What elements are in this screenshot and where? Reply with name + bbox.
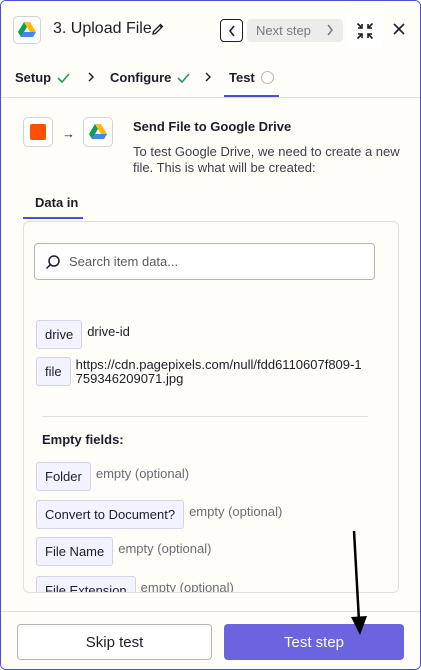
field-value: empty (optional) xyxy=(189,504,283,519)
tab-data-in[interactable]: Data in xyxy=(35,195,78,210)
step-panel: 3. Upload File Next step Setup Configure… xyxy=(0,0,421,670)
field-key: File Name xyxy=(36,537,114,566)
data-field-row: Convert to Document? empty (optional) xyxy=(36,500,398,529)
tab-configure[interactable]: Configure xyxy=(110,70,190,85)
data-in-panel: drive drive-id file https://cdn.pagepixe… xyxy=(23,221,399,593)
active-tab-indicator xyxy=(224,95,279,97)
empty-fields-heading: Empty fields: xyxy=(42,432,124,447)
tab-setup[interactable]: Setup xyxy=(15,70,70,85)
test-content: → Send File to Google Drive To test Goog… xyxy=(1,99,420,611)
step-title: 3. Upload File xyxy=(53,20,152,37)
field-value: empty (optional) xyxy=(140,580,234,593)
source-app-icon xyxy=(23,117,53,147)
search-input[interactable] xyxy=(69,254,349,269)
tab-label: Configure xyxy=(110,70,172,85)
intro-description: To test Google Drive, we need to create … xyxy=(133,144,400,175)
field-key: File Extension xyxy=(36,576,136,592)
data-field-row: drive drive-id xyxy=(36,320,377,349)
intro-title: Send File to Google Drive xyxy=(133,119,292,134)
search-icon xyxy=(45,254,60,269)
skip-test-button[interactable]: Skip test xyxy=(17,624,212,660)
field-key: drive xyxy=(36,320,83,349)
chevron-right-icon xyxy=(327,24,333,36)
field-value: drive-id xyxy=(87,324,130,339)
google-drive-icon xyxy=(83,117,113,147)
data-field-row: file https://cdn.pagepixels.com/null/fdd… xyxy=(36,357,366,386)
next-step-button[interactable]: Next step xyxy=(247,19,343,42)
check-icon xyxy=(177,72,190,83)
check-icon xyxy=(57,72,70,83)
field-key: Folder xyxy=(36,462,91,491)
field-key: Convert to Document? xyxy=(36,500,185,529)
chevron-left-icon xyxy=(228,25,235,36)
chevron-right-icon xyxy=(205,72,211,82)
collapse-button[interactable] xyxy=(347,13,383,49)
panel-footer: Skip test Test step xyxy=(1,611,420,669)
field-value: empty (optional) xyxy=(95,466,190,481)
next-step-label: Next step xyxy=(256,23,311,38)
field-key: file xyxy=(36,357,71,386)
test-step-button[interactable]: Test step xyxy=(224,624,404,660)
data-field-row: File Extension empty (optional) xyxy=(36,576,398,593)
tab-label: Setup xyxy=(15,70,52,85)
arrow-right-icon: → xyxy=(62,126,75,141)
chevron-right-icon xyxy=(88,72,94,82)
field-value: https://cdn.pagepixels.com/null/fdd61106… xyxy=(75,357,362,386)
data-field-row: Folder empty (optional) xyxy=(36,462,386,491)
panel-header: 3. Upload File Next step xyxy=(1,1,420,59)
active-tab-indicator xyxy=(23,217,83,219)
google-drive-icon xyxy=(13,16,41,44)
close-icon[interactable] xyxy=(392,22,406,36)
previous-step-button[interactable] xyxy=(220,19,243,42)
field-value: empty (optional) xyxy=(118,541,212,556)
step-tabs: Setup Configure Test xyxy=(1,59,420,98)
divider xyxy=(42,416,368,417)
pencil-icon[interactable] xyxy=(150,21,166,37)
tab-test[interactable]: Test xyxy=(229,70,274,85)
tab-label: Test xyxy=(229,70,255,85)
search-box[interactable] xyxy=(34,243,375,280)
collapse-icon xyxy=(356,22,374,40)
data-field-row: File Name empty (optional) xyxy=(36,537,398,566)
pending-circle-icon xyxy=(260,71,274,84)
